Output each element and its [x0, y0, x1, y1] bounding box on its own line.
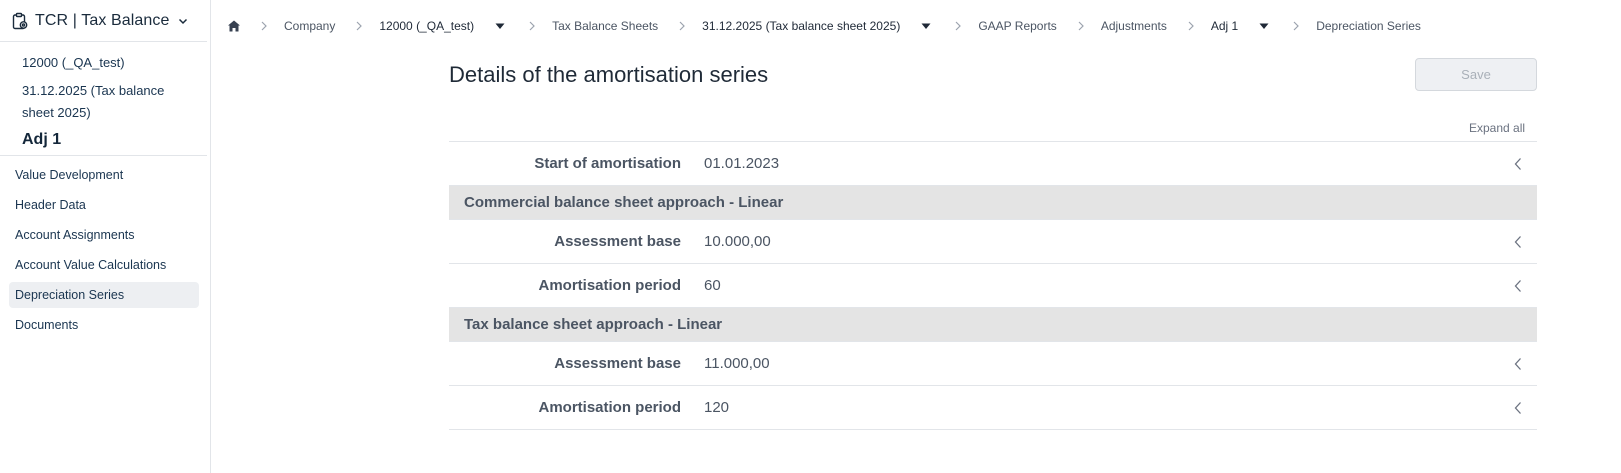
sidebar-item-header-data[interactable]: Header Data: [9, 192, 199, 218]
sidebar-nav: Value Development Header Data Account As…: [0, 156, 210, 338]
field-value: 60: [704, 277, 721, 294]
save-button[interactable]: Save: [1415, 58, 1537, 91]
page-title: Details of the amortisation series: [449, 62, 769, 87]
sidebar: TCR | Tax Balance 12000 (_QA_test) 31.12…: [0, 0, 211, 473]
field-value: 120: [704, 399, 730, 416]
breadcrumb-current: Depreciation Series: [1316, 19, 1421, 33]
expand-all-link[interactable]: Expand all: [1469, 121, 1525, 135]
clipboard-gear-icon: [11, 12, 29, 30]
chevron-left-icon[interactable]: [1513, 357, 1523, 371]
chevron-left-icon[interactable]: [1513, 157, 1523, 171]
chevron-left-icon[interactable]: [1513, 279, 1523, 293]
breadcrumb-adjustments[interactable]: Adjustments: [1101, 19, 1167, 33]
chevron-left-icon[interactable]: [1513, 235, 1523, 249]
sidebar-item-account-value-calculations[interactable]: Account Value Calculations: [9, 252, 199, 278]
chevron-right-icon: [1292, 21, 1300, 31]
section-header-commercial: Commercial balance sheet approach - Line…: [449, 186, 1537, 220]
field-value: 11.000,00: [704, 355, 770, 372]
breadcrumb-gaap-reports[interactable]: GAAP Reports: [978, 19, 1056, 33]
commercial-assessment-base-row[interactable]: Assessment base 10.000,00: [449, 220, 1537, 264]
field-label: Amortisation period: [538, 277, 681, 294]
breadcrumb: Company 12000 (_QA_test) Tax Balance She…: [226, 14, 1441, 38]
section-header-tax: Tax balance sheet approach - Linear: [449, 308, 1537, 342]
commercial-amortisation-period-row[interactable]: Amortisation period 60: [449, 264, 1537, 308]
breadcrumb-company-select[interactable]: 12000 (_QA_test): [379, 19, 474, 33]
context-company[interactable]: 12000 (_QA_test): [22, 52, 182, 74]
field-value: 01.01.2023: [704, 155, 780, 172]
chevron-right-icon: [1077, 21, 1085, 31]
caret-down-icon[interactable]: [494, 21, 506, 31]
breadcrumb-tax-balance-sheets[interactable]: Tax Balance Sheets: [552, 19, 658, 33]
chevron-right-icon: [528, 21, 536, 31]
context-tree: 12000 (_QA_test) 31.12.2025 (Tax balance…: [0, 42, 207, 156]
breadcrumb-company[interactable]: Company: [284, 19, 335, 33]
chevron-right-icon: [954, 21, 962, 31]
app-title: TCR | Tax Balance: [35, 11, 170, 29]
breadcrumb-adjustment-select[interactable]: Adj 1: [1211, 19, 1238, 33]
chevron-right-icon: [260, 21, 268, 31]
sidebar-item-account-assignments[interactable]: Account Assignments: [9, 222, 199, 248]
field-label: Assessment base: [554, 233, 681, 250]
field-label: Amortisation period: [538, 399, 681, 416]
chevron-down-icon[interactable]: [177, 15, 189, 27]
chevron-right-icon: [678, 21, 686, 31]
tax-amortisation-period-row[interactable]: Amortisation period 120: [449, 386, 1537, 430]
chevron-right-icon: [1187, 21, 1195, 31]
field-value: 10.000,00: [704, 233, 771, 250]
caret-down-icon[interactable]: [1258, 21, 1270, 31]
chevron-left-icon[interactable]: [1513, 401, 1523, 415]
caret-down-icon[interactable]: [920, 21, 932, 31]
chevron-right-icon: [355, 21, 363, 31]
context-adjustment[interactable]: Adj 1: [22, 129, 182, 151]
amortisation-details-table: Start of amortisation 01.01.2023 Commerc…: [449, 141, 1537, 430]
field-label: Start of amortisation: [534, 155, 681, 172]
context-balance-sheet[interactable]: 31.12.2025 (Tax balance sheet 2025): [22, 80, 182, 124]
start-of-amortisation-row[interactable]: Start of amortisation 01.01.2023: [449, 142, 1537, 186]
app-switcher[interactable]: TCR | Tax Balance: [0, 0, 207, 42]
breadcrumb-balance-sheet-select[interactable]: 31.12.2025 (Tax balance sheet 2025): [702, 19, 900, 33]
sidebar-item-value-development[interactable]: Value Development: [9, 162, 199, 188]
field-label: Assessment base: [554, 355, 681, 372]
sidebar-item-depreciation-series[interactable]: Depreciation Series: [9, 282, 199, 308]
tax-assessment-base-row[interactable]: Assessment base 11.000,00: [449, 342, 1537, 386]
sidebar-item-documents[interactable]: Documents: [9, 312, 199, 338]
home-icon[interactable]: [226, 18, 242, 34]
